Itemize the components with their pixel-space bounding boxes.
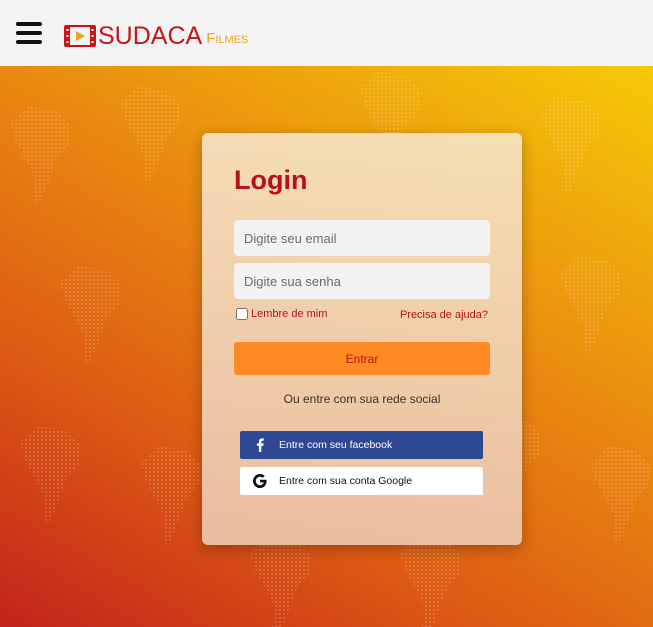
login-card: Login Lembre de mim Precisa de ajuda? En… <box>202 133 522 545</box>
remember-me-checkbox[interactable] <box>236 308 248 320</box>
facebook-login-button[interactable]: Entre com seu facebook <box>240 431 483 459</box>
hamburger-menu-icon[interactable] <box>16 22 42 46</box>
social-login-text: Ou entre com sua rede social <box>283 392 441 406</box>
google-icon <box>252 473 268 489</box>
remember-me-label: Lembre de mim <box>251 308 328 320</box>
facebook-login-label: Entre com seu facebook <box>279 439 393 451</box>
login-title: Login <box>234 165 308 195</box>
remember-me[interactable]: Lembre de mim <box>236 308 327 320</box>
logo-title: SUDACA <box>98 22 203 50</box>
logo-subtitle: Filmes <box>206 30 249 47</box>
google-login-label: Entre com sua conta Google <box>279 475 413 487</box>
submit-button[interactable]: Entrar <box>234 342 490 375</box>
email-input[interactable] <box>234 220 490 256</box>
help-link[interactable]: Precisa de ajuda? <box>400 309 488 321</box>
film-play-icon <box>64 25 96 47</box>
brand-logo[interactable]: SUDACA Filmes <box>64 22 248 50</box>
google-login-button[interactable]: Entre com sua conta Google <box>240 467 483 495</box>
facebook-icon <box>252 437 268 453</box>
top-header: SUDACA Filmes <box>0 0 653 66</box>
password-input[interactable] <box>234 263 490 299</box>
